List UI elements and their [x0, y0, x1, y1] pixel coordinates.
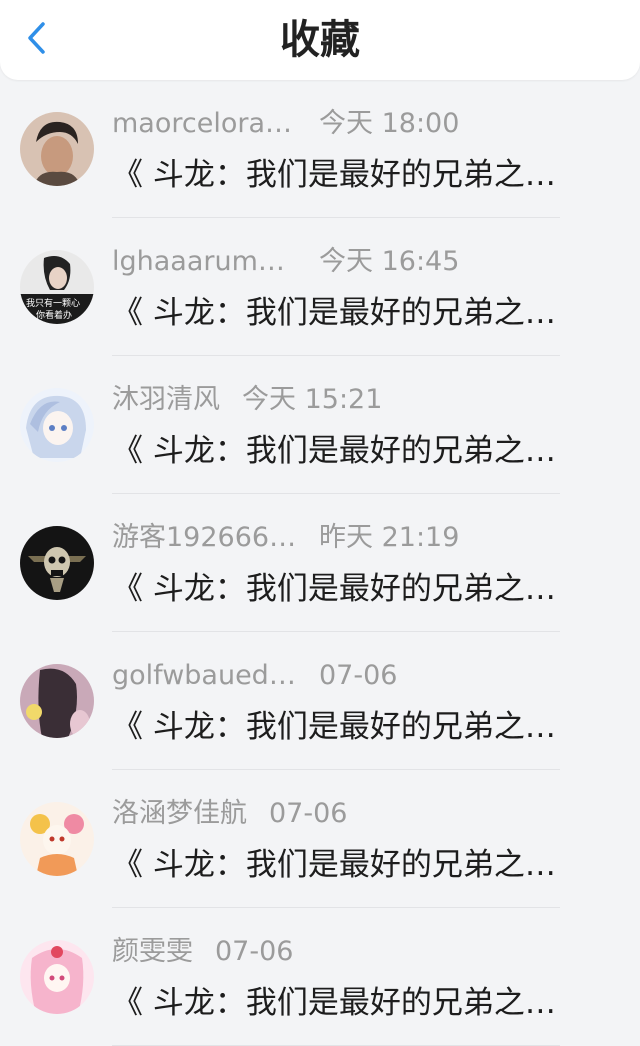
message-preview: 《 斗龙：我们是最好的兄弟之间的故事	[112, 847, 582, 883]
message-preview: 《 斗龙：我们是最好的兄弟之间的故事	[112, 571, 582, 607]
username: 沐羽清风	[112, 384, 220, 415]
item-meta: 颜雯雯 07-06	[112, 934, 293, 970]
avatar-caption-2: 你看着办	[36, 309, 72, 321]
message-preview: 《 斗龙：我们是最好的兄弟之间的故事	[112, 157, 582, 193]
item-meta: lghaaarumsys 今天 16:45	[112, 244, 459, 280]
item-meta: golfwbauedxyz 07-06	[112, 658, 397, 694]
favorite-item[interactable]: 沐羽清风今天 15:21 《 斗龙：我们是最好的兄弟之间的故事	[0, 356, 640, 494]
timestamp: 07-06	[319, 660, 398, 691]
username: maorceloraimoura	[112, 108, 297, 139]
avatar[interactable]	[20, 112, 94, 186]
page-title: 收藏	[280, 17, 360, 63]
username: 游客192666888	[112, 522, 297, 553]
timestamp: 昨天 21:19	[319, 522, 460, 553]
message-preview: 《 斗龙：我们是最好的兄弟之间的故事	[112, 433, 582, 469]
timestamp: 今天 18:00	[319, 108, 460, 139]
message-preview: 《 斗龙：我们是最好的兄弟之间的故事	[112, 985, 582, 1021]
avatar[interactable]	[20, 940, 94, 1014]
avatar-caption-1: 我只有一颗心	[26, 297, 80, 309]
item-meta: maorceloraimoura 今天 18:00	[112, 106, 459, 142]
timestamp: 07-06	[269, 798, 348, 829]
favorite-item[interactable]: maorceloraimoura 今天 18:00 《 斗龙：我们是最好的兄弟之间…	[0, 80, 640, 218]
username: 洛涵梦佳航	[112, 798, 247, 829]
favorite-item[interactable]: golfwbauedxyz 07-06 《 斗龙：我们是最好的兄弟之间的故事	[0, 632, 640, 770]
avatar[interactable]: 我只有一颗心 你看着办	[20, 250, 94, 324]
item-meta: 洛涵梦佳航 07-06	[112, 796, 347, 832]
avatar[interactable]	[20, 802, 94, 876]
avatar[interactable]	[20, 388, 94, 462]
message-preview: 《 斗龙：我们是最好的兄弟之间的故事	[112, 709, 582, 745]
avatar[interactable]	[20, 526, 94, 600]
favorites-list: maorceloraimoura 今天 18:00 《 斗龙：我们是最好的兄弟之间…	[0, 80, 640, 1046]
favorite-item[interactable]: 颜雯雯 07-06 《 斗龙：我们是最好的兄弟之间的故事	[0, 908, 640, 1046]
timestamp: 07-06	[215, 936, 294, 967]
avatar[interactable]	[20, 664, 94, 738]
favorite-item[interactable]: 游客192666888 昨天 21:19 《 斗龙：我们是最好的兄弟之间的故事	[0, 494, 640, 632]
timestamp: 今天 16:45	[319, 246, 460, 277]
top-bar: 收藏	[0, 0, 640, 80]
favorite-item[interactable]: 我只有一颗心 你看着办 lghaaarumsys 今天 16:45 《 斗龙：我们…	[0, 218, 640, 356]
favorite-item[interactable]: 洛涵梦佳航 07-06 《 斗龙：我们是最好的兄弟之间的故事	[0, 770, 640, 908]
message-preview: 《 斗龙：我们是最好的兄弟之间的故事	[112, 295, 582, 331]
username: 颜雯雯	[112, 936, 193, 967]
item-meta: 游客192666888 昨天 21:19	[112, 520, 459, 556]
item-meta: 沐羽清风 今天 15:21	[112, 382, 382, 418]
timestamp: 今天 15:21	[242, 384, 383, 415]
username: golfwbauedxyz	[112, 660, 297, 691]
username: lghaaarumsys	[112, 246, 297, 277]
